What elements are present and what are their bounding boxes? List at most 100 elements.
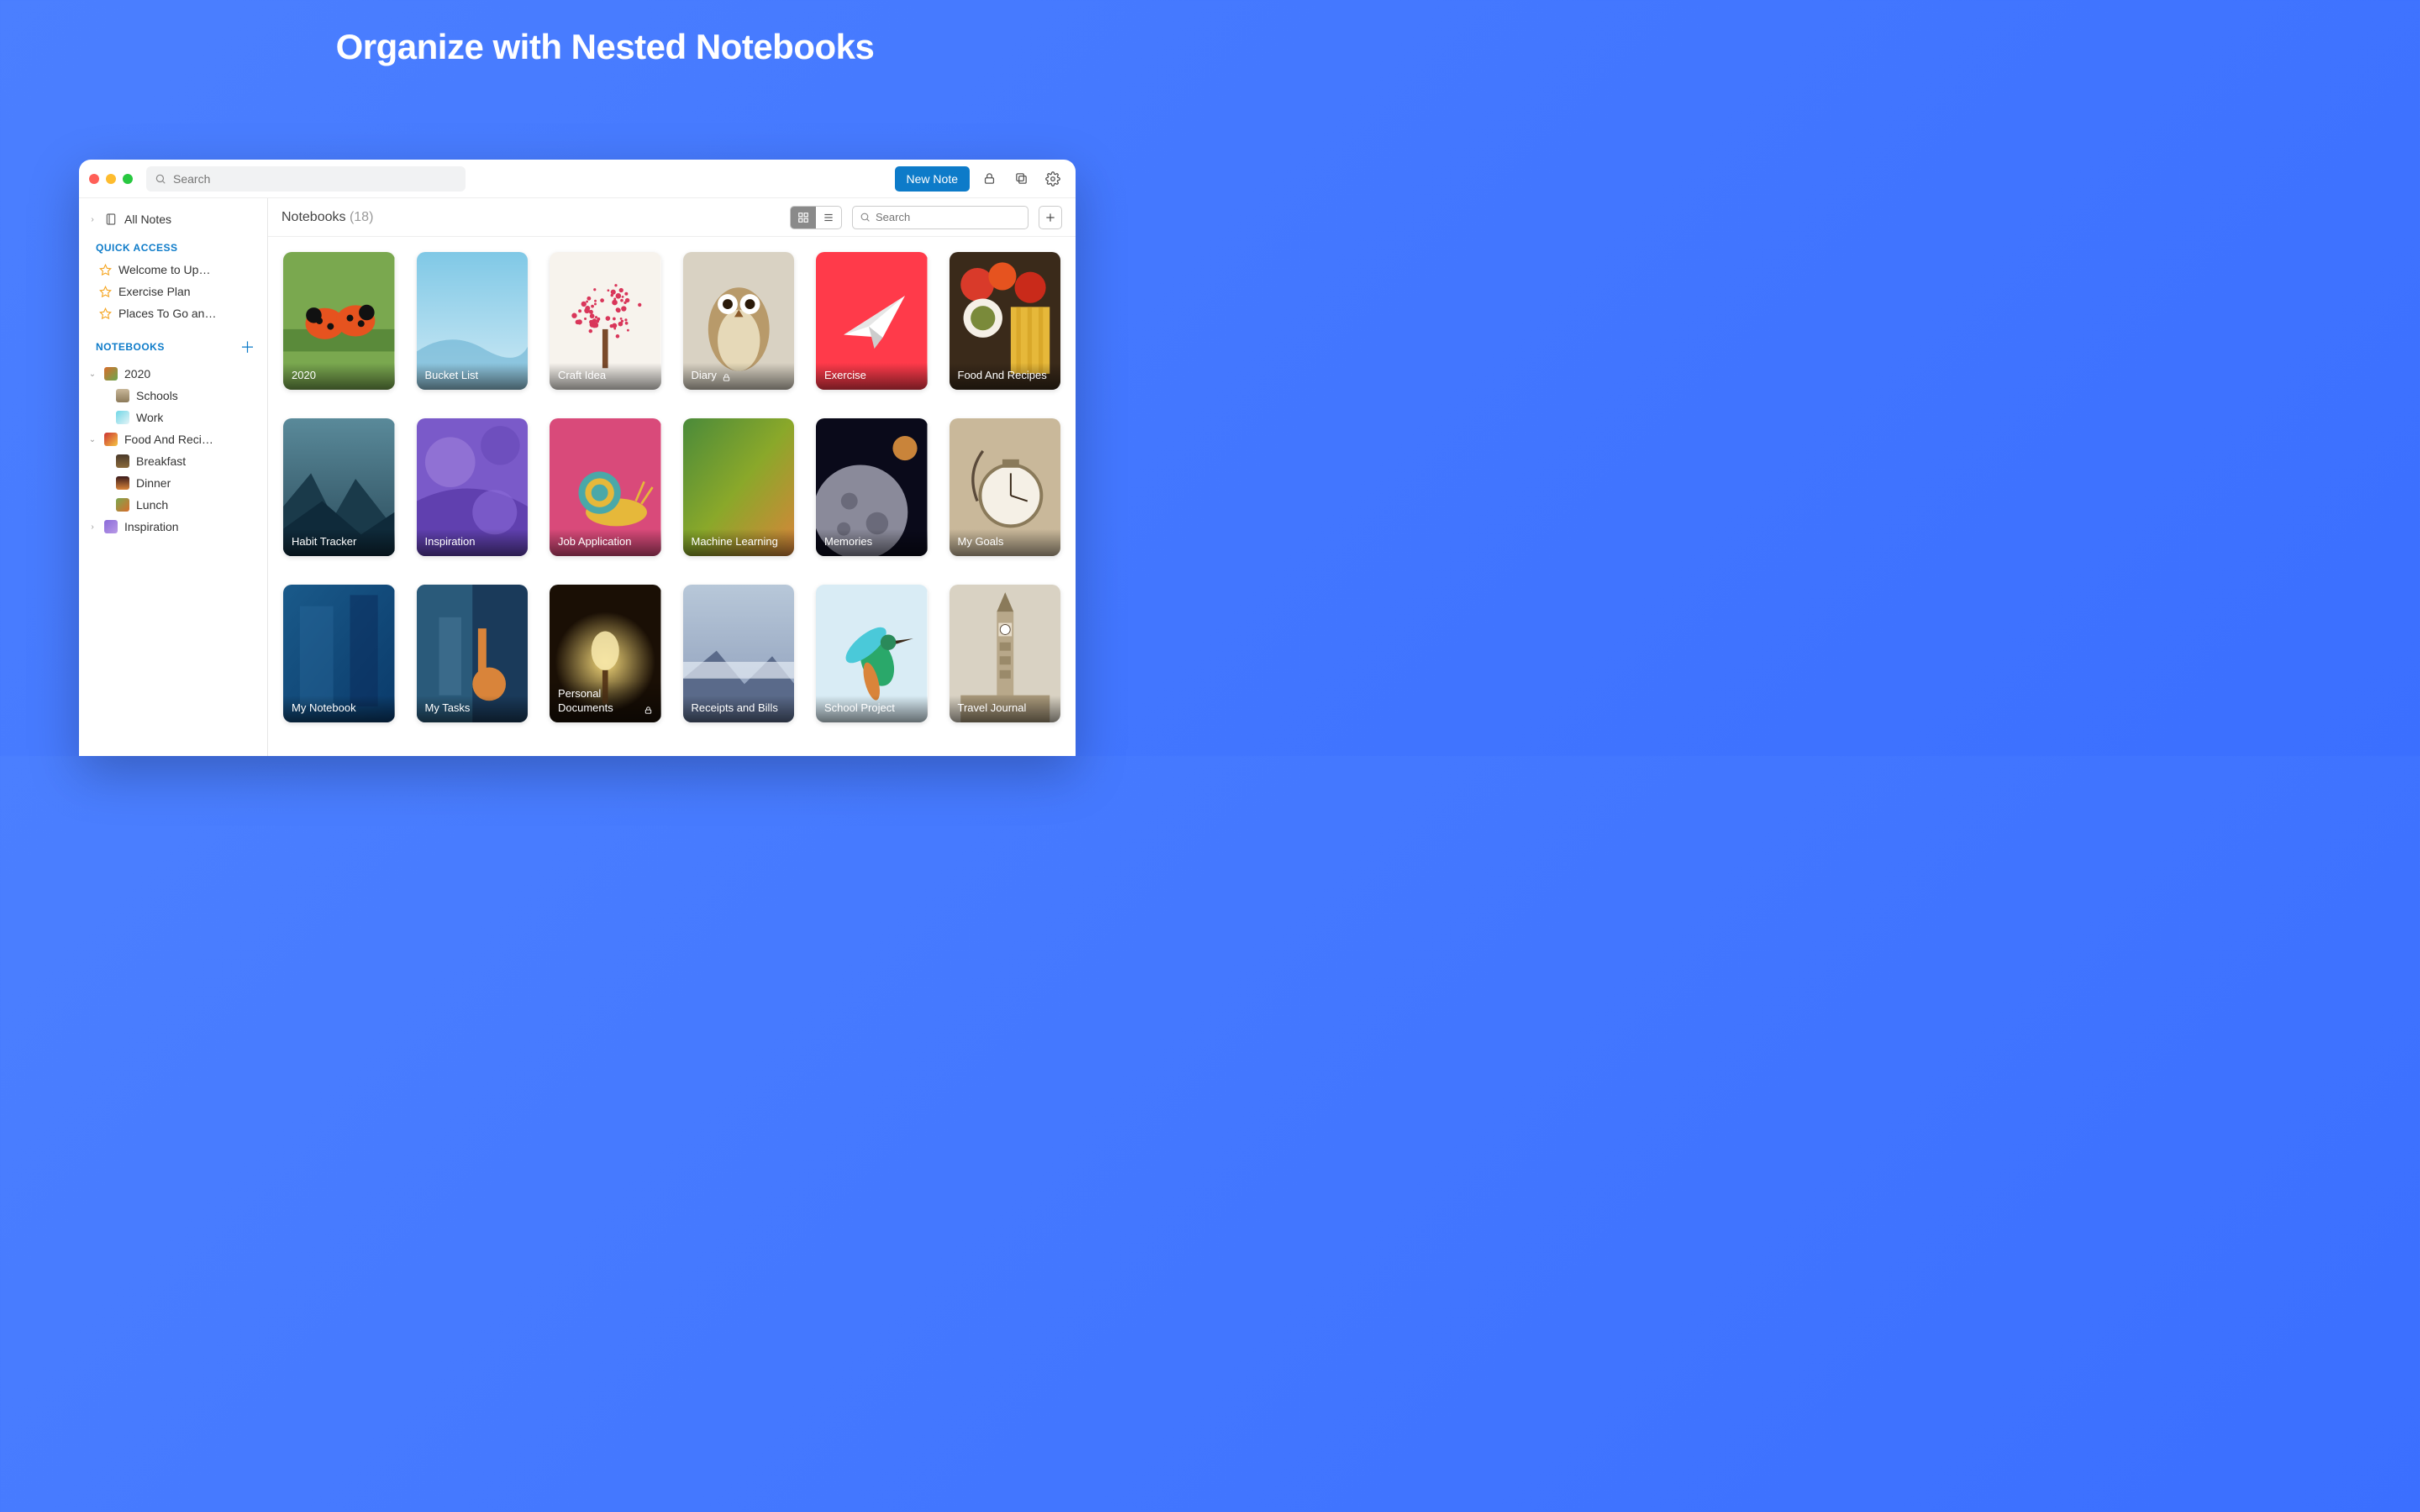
chevron-right-icon: › bbox=[87, 215, 97, 224]
toolbar: New Note bbox=[79, 160, 1076, 198]
star-icon bbox=[99, 264, 112, 276]
panel-title: Notebooks (18) bbox=[281, 210, 373, 225]
chevron-down-icon[interactable]: ⌄ bbox=[87, 435, 97, 444]
sidebar-notebook-item[interactable]: › Inspiration bbox=[79, 516, 267, 538]
notebook-title: Travel Journal bbox=[950, 696, 1061, 722]
notebook-title: Craft Idea bbox=[550, 363, 661, 390]
panel-header: Notebooks (18) bbox=[268, 198, 1076, 237]
new-note-button[interactable]: New Note bbox=[895, 166, 970, 192]
sidebar-notebook-child[interactable]: Schools bbox=[79, 385, 267, 407]
chevron-down-icon[interactable]: ⌄ bbox=[87, 370, 97, 379]
notebook-thumb bbox=[116, 476, 129, 490]
notebook-thumb bbox=[104, 520, 118, 533]
sidebar-notebook-label: Breakfast bbox=[136, 454, 186, 468]
panel-search[interactable] bbox=[852, 206, 1028, 229]
quick-access-label: Places To Go an… bbox=[118, 307, 216, 320]
sidebar-notebook-label: Food And Reci… bbox=[124, 433, 213, 446]
notebook-title: My Notebook bbox=[283, 696, 395, 722]
notebook-card[interactable]: Food And Recipes bbox=[950, 252, 1061, 390]
notebook-card[interactable]: School Project bbox=[816, 585, 928, 722]
sidebar-notebook-item[interactable]: ⌄ 2020 bbox=[79, 363, 267, 385]
view-toggle bbox=[790, 206, 842, 229]
notebook-card[interactable]: My Tasks bbox=[417, 585, 529, 722]
notebook-card[interactable]: Exercise bbox=[816, 252, 928, 390]
lock-icon bbox=[644, 706, 653, 715]
sidebar-notebook-child[interactable]: Dinner bbox=[79, 472, 267, 494]
notebook-icon bbox=[104, 213, 118, 226]
chevron-right-icon[interactable]: › bbox=[87, 522, 97, 532]
notebook-title: Food And Recipes bbox=[950, 363, 1061, 390]
search-icon bbox=[155, 173, 166, 185]
notebook-title: Memories bbox=[816, 529, 928, 556]
notebook-title: Receipts and Bills bbox=[683, 696, 795, 722]
notebook-thumb bbox=[104, 367, 118, 381]
notebook-title: Diary bbox=[683, 363, 795, 390]
notebook-title: 2020 bbox=[283, 363, 395, 390]
close-window-button[interactable] bbox=[89, 174, 99, 184]
notebook-thumb bbox=[116, 454, 129, 468]
app-window: New Note › All Notes QUICK ACCESS We bbox=[79, 160, 1076, 756]
quick-access-item[interactable]: Welcome to Up… bbox=[79, 259, 267, 281]
sidebar-notebook-label: Work bbox=[136, 411, 163, 424]
notebook-card[interactable]: My Notebook bbox=[283, 585, 395, 722]
sidebar-notebook-label: Inspiration bbox=[124, 520, 179, 533]
list-view-button[interactable] bbox=[816, 207, 841, 228]
promo-title: Organize with Nested Notebooks bbox=[0, 0, 1210, 67]
notebook-card[interactable]: 2020 bbox=[283, 252, 395, 390]
notebook-title: Personal Documents bbox=[550, 681, 661, 722]
notebook-thumb bbox=[104, 433, 118, 446]
notebook-card[interactable]: Job Application bbox=[550, 418, 661, 556]
sidebar-notebook-label: 2020 bbox=[124, 367, 150, 381]
minimize-window-button[interactable] bbox=[106, 174, 116, 184]
notebook-card[interactable]: Receipts and Bills bbox=[683, 585, 795, 722]
notebook-card[interactable]: Diary bbox=[683, 252, 795, 390]
copy-button[interactable] bbox=[1008, 166, 1034, 192]
notebook-thumb bbox=[116, 389, 129, 402]
quick-access-label: Exercise Plan bbox=[118, 285, 191, 298]
notebook-card[interactable]: My Goals bbox=[950, 418, 1061, 556]
notebook-card[interactable]: Memories bbox=[816, 418, 928, 556]
star-icon bbox=[99, 307, 112, 320]
maximize-window-button[interactable] bbox=[123, 174, 133, 184]
global-search-input[interactable] bbox=[173, 172, 457, 186]
sidebar-notebook-child[interactable]: Lunch bbox=[79, 494, 267, 516]
notebook-title: Inspiration bbox=[417, 529, 529, 556]
sidebar-section-notebooks: NOTEBOOKS ＋ bbox=[79, 324, 267, 363]
quick-access-label: Welcome to Up… bbox=[118, 263, 210, 276]
quick-access-item[interactable]: Exercise Plan bbox=[79, 281, 267, 302]
add-notebook-button[interactable]: ＋ bbox=[240, 336, 256, 358]
sidebar-all-notes[interactable]: › All Notes bbox=[79, 208, 267, 230]
notebook-title: Bucket List bbox=[417, 363, 529, 390]
grid-view-button[interactable] bbox=[791, 207, 816, 228]
notebook-title: School Project bbox=[816, 696, 928, 722]
sidebar-all-notes-label: All Notes bbox=[124, 213, 171, 226]
notebook-title: My Tasks bbox=[417, 696, 529, 722]
sidebar-notebook-label: Schools bbox=[136, 389, 178, 402]
notebook-card[interactable]: Travel Journal bbox=[950, 585, 1061, 722]
notebook-card[interactable]: Inspiration bbox=[417, 418, 529, 556]
notebook-title: Machine Learning bbox=[683, 529, 795, 556]
global-search[interactable] bbox=[146, 166, 466, 192]
lock-icon bbox=[722, 373, 731, 382]
notebook-title: My Goals bbox=[950, 529, 1061, 556]
notebook-thumb bbox=[116, 411, 129, 424]
main-panel: Notebooks (18) bbox=[268, 198, 1076, 756]
notebook-title: Habit Tracker bbox=[283, 529, 395, 556]
panel-search-input[interactable] bbox=[876, 211, 1021, 223]
sidebar-notebook-label: Lunch bbox=[136, 498, 168, 512]
sidebar-notebook-child[interactable]: Breakfast bbox=[79, 450, 267, 472]
lock-button[interactable] bbox=[976, 166, 1002, 192]
settings-button[interactable] bbox=[1040, 166, 1065, 192]
notebook-card[interactable]: Habit Tracker bbox=[283, 418, 395, 556]
add-notebook-panel-button[interactable] bbox=[1039, 206, 1062, 229]
sidebar-notebook-child[interactable]: Work bbox=[79, 407, 267, 428]
notebook-title: Job Application bbox=[550, 529, 661, 556]
notebook-card[interactable]: Craft Idea bbox=[550, 252, 661, 390]
notebook-card[interactable]: Machine Learning bbox=[683, 418, 795, 556]
search-icon bbox=[860, 212, 871, 223]
notebook-card[interactable]: Personal Documents bbox=[550, 585, 661, 722]
sidebar-section-quick-access: QUICK ACCESS bbox=[79, 230, 267, 259]
notebook-card[interactable]: Bucket List bbox=[417, 252, 529, 390]
quick-access-item[interactable]: Places To Go an… bbox=[79, 302, 267, 324]
sidebar-notebook-item[interactable]: ⌄ Food And Reci… bbox=[79, 428, 267, 450]
